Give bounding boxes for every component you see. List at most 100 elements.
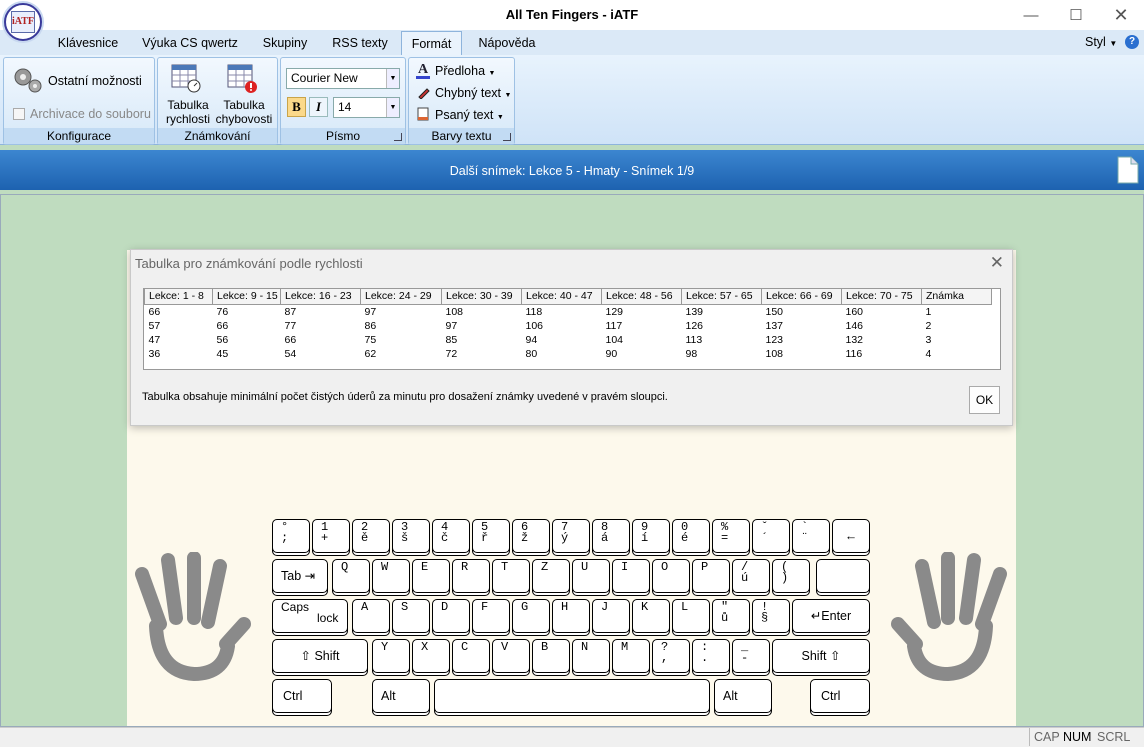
key[interactable]: M [612, 639, 650, 673]
key[interactable]: E [412, 559, 450, 593]
column-header[interactable]: Lekce: 9 - 15 [212, 289, 281, 305]
key[interactable]: ` ¨ [792, 519, 830, 553]
key[interactable]: H [552, 599, 590, 633]
column-header[interactable]: Lekce: 1 - 8 [144, 289, 213, 305]
key[interactable]: K [632, 599, 670, 633]
key[interactable]: J [592, 599, 630, 633]
key[interactable]: 8á [592, 519, 630, 553]
key[interactable]: () [772, 559, 810, 593]
key[interactable]: S [392, 599, 430, 633]
key[interactable]: N [572, 639, 610, 673]
column-header[interactable]: Lekce: 48 - 56 [601, 289, 682, 305]
key[interactable]: °; [272, 519, 310, 553]
key[interactable]: T [492, 559, 530, 593]
font-select[interactable]: Courier New ▼ [286, 68, 400, 89]
enter-key-top[interactable] [816, 559, 870, 593]
key[interactable]: 3š [392, 519, 430, 553]
column-header[interactable]: Lekce: 57 - 65 [681, 289, 762, 305]
key[interactable]: W [372, 559, 410, 593]
backspace-key[interactable]: ← [832, 519, 870, 553]
key[interactable]: P [692, 559, 730, 593]
key[interactable]: U [572, 559, 610, 593]
key[interactable]: 5ř [472, 519, 510, 553]
key[interactable]: X [412, 639, 450, 673]
tab-vyuka[interactable]: Výuka CS qwertz [138, 31, 242, 55]
tab-key[interactable]: Tab ⇥ [272, 559, 328, 593]
tab-napoveda[interactable]: Nápověda [470, 31, 544, 55]
key[interactable]: C [452, 639, 490, 673]
key[interactable]: / ú [732, 559, 770, 593]
wrong-text-color-button[interactable]: Chybný text ▼ [435, 86, 511, 100]
key[interactable]: 4č [432, 519, 470, 553]
key[interactable]: G [512, 599, 550, 633]
column-header[interactable]: Lekce: 16 - 23 [280, 289, 361, 305]
left-shift-key[interactable]: ⇧ Shift [272, 639, 368, 673]
key[interactable]: 6ž [512, 519, 550, 553]
key[interactable]: Q [332, 559, 370, 593]
dialog-close-icon[interactable]: ✕ [990, 253, 1004, 273]
key[interactable]: B [532, 639, 570, 673]
space-key[interactable] [434, 679, 710, 713]
ok-button[interactable]: OK [969, 386, 1000, 414]
style-menu[interactable]: Styl ▼ [1085, 31, 1117, 53]
column-header[interactable]: Lekce: 30 - 39 [441, 289, 522, 305]
column-header[interactable]: Lekce: 40 - 47 [521, 289, 602, 305]
tab-format[interactable]: Formát [401, 31, 462, 55]
key[interactable]: 0é [672, 519, 710, 553]
key[interactable]: R [452, 559, 490, 593]
key[interactable]: 9í [632, 519, 670, 553]
minimize-button[interactable]: — [1008, 0, 1054, 30]
right-shift-key[interactable]: Shift ⇧ [772, 639, 870, 673]
caps-lock-key[interactable]: Caps lock [272, 599, 348, 633]
help-icon[interactable]: ? [1125, 35, 1139, 49]
right-alt-key[interactable]: Alt [714, 679, 772, 713]
key[interactable]: O [652, 559, 690, 593]
font-size-select[interactable]: 14 ▼ [333, 97, 400, 118]
left-alt-key[interactable]: Alt [372, 679, 430, 713]
other-options-button[interactable]: Ostatní možnosti [48, 74, 142, 88]
maximize-button[interactable]: ☐ [1053, 0, 1099, 30]
column-header[interactable]: Lekce: 66 - 69 [761, 289, 842, 305]
tab-skupiny[interactable]: Skupiny [254, 31, 316, 55]
italic-button[interactable]: I [309, 97, 328, 117]
key[interactable]: 2ě [352, 519, 390, 553]
column-header[interactable]: Lekce: 24 - 29 [360, 289, 442, 305]
key[interactable]: F [472, 599, 510, 633]
key[interactable]: Y [372, 639, 410, 673]
key[interactable]: _ - [732, 639, 770, 673]
key[interactable]: 1 + [312, 519, 350, 553]
key[interactable]: :. [692, 639, 730, 673]
document-icon[interactable] [1117, 156, 1139, 184]
right-ctrl-key[interactable]: Ctrl [810, 679, 870, 713]
typed-text-color-button[interactable]: Psaný text ▼ [435, 108, 504, 122]
app-logo[interactable]: iATF [4, 3, 42, 41]
bold-button[interactable]: B [287, 97, 306, 117]
speed-table-button[interactable]: Tabulka rychlosti [161, 98, 215, 126]
key[interactable]: Z [532, 559, 570, 593]
tab-klavesnice[interactable]: Klávesnice [48, 31, 128, 55]
template-color-button[interactable]: Předloha ▼ [435, 64, 495, 78]
archive-checkbox[interactable] [13, 108, 25, 120]
key[interactable]: I [612, 559, 650, 593]
enter-key[interactable]: ↵Enter [792, 599, 870, 633]
key[interactable]: " ů [712, 599, 750, 633]
tab-rss[interactable]: RSS texty [327, 31, 393, 55]
group-pismo: Courier New ▼ B I 14 ▼ Písmo [280, 57, 406, 145]
key[interactable]: ?, [652, 639, 690, 673]
dialog-launcher-icon[interactable] [503, 133, 511, 141]
dialog-launcher-icon[interactable] [394, 133, 402, 141]
table-cell: 66 [216, 319, 229, 332]
close-button[interactable]: ✕ [1098, 0, 1144, 30]
left-ctrl-key[interactable]: Ctrl [272, 679, 332, 713]
error-table-button[interactable]: Tabulka chybovosti [214, 98, 274, 126]
key[interactable]: L [672, 599, 710, 633]
key[interactable]: 7ý [552, 519, 590, 553]
key[interactable]: A [352, 599, 390, 633]
key[interactable]: D [432, 599, 470, 633]
key[interactable]: ˇ ´ [752, 519, 790, 553]
key[interactable]: % = [712, 519, 750, 553]
key[interactable]: V [492, 639, 530, 673]
column-header[interactable]: Známka [921, 289, 992, 305]
key[interactable]: ! § [752, 599, 790, 633]
column-header[interactable]: Lekce: 70 - 75 [841, 289, 922, 305]
